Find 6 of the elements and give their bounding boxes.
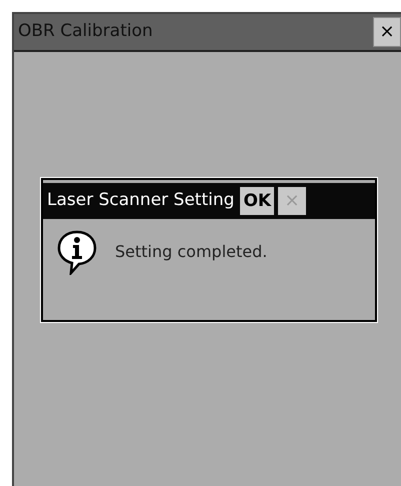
window-title: OBR Calibration	[18, 20, 153, 44]
message-text: Setting completed.	[115, 241, 268, 263]
ok-button[interactable]: OK	[240, 187, 274, 215]
close-button[interactable]: ×	[373, 17, 401, 47]
dialog-title: Laser Scanner Setting	[47, 189, 234, 212]
info-icon	[57, 229, 97, 275]
